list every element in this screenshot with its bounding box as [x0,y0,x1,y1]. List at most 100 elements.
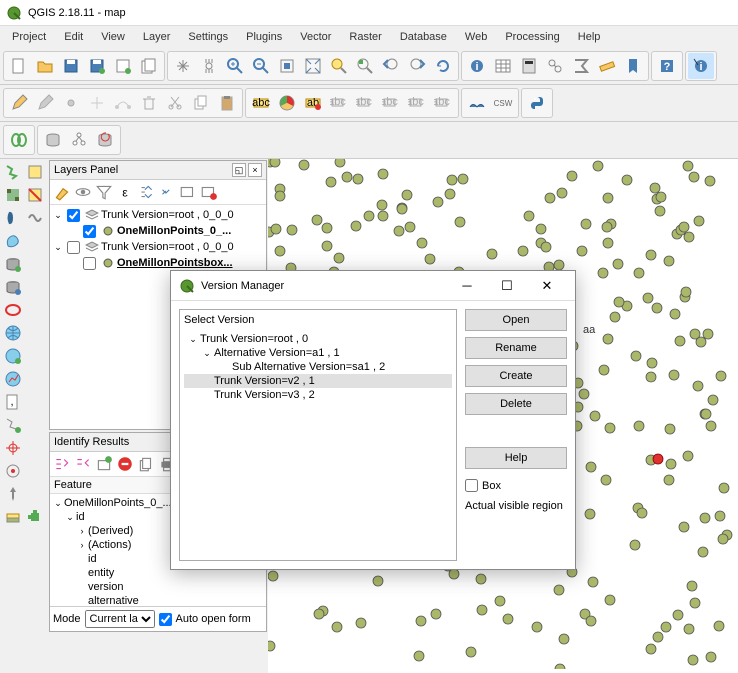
expand-icon[interactable]: ⌄ [52,242,64,253]
menu-edit[interactable]: Edit [56,29,91,45]
version-item[interactable]: Trunk Version=root , 0 [200,333,308,345]
menu-vector[interactable]: Vector [292,29,339,45]
statistics-button[interactable] [568,53,594,79]
plugin-button[interactable] [24,506,46,528]
composer-manager-button[interactable] [136,53,162,79]
dialog-titlebar[interactable]: Version Manager ─ ☐ ✕ [171,271,575,301]
close-button[interactable]: ✕ [527,272,567,300]
new-project-button[interactable] [6,53,32,79]
version-item[interactable]: Alternative Version=a1 , 1 [214,347,340,359]
open-project-button[interactable] [32,53,58,79]
identify-button[interactable]: i [464,53,490,79]
layer-checkbox[interactable] [83,225,96,238]
layer-group-checkbox[interactable] [67,241,80,254]
node-tool-button[interactable] [110,90,136,116]
open-attribute-table-button[interactable] [490,53,516,79]
help-button[interactable]: Help [465,447,567,469]
label-highlight-button[interactable]: ab [300,90,326,116]
save-as-button[interactable] [84,53,110,79]
pin-button[interactable] [2,483,24,505]
identify-tool-button[interactable]: i [688,53,714,79]
add-raster-button[interactable] [2,184,24,206]
remove-layer-button[interactable] [199,182,219,202]
db-manager-button[interactable] [40,127,66,153]
panel-float-button[interactable]: ◱ [232,163,246,177]
add-db2-button[interactable] [2,276,24,298]
select-button[interactable] [24,161,46,183]
show-hide-labels-button[interactable]: abc [352,90,378,116]
csw-button[interactable]: CSW [490,90,516,116]
expand-tree-button[interactable] [52,454,72,474]
version-item[interactable]: Trunk Version=v3 , 2 [214,389,315,401]
zoom-selection-button[interactable] [326,53,352,79]
add-spatialite-button[interactable] [2,230,24,252]
add-feature-button[interactable] [58,90,84,116]
filter-layers-button[interactable] [94,182,114,202]
menu-web[interactable]: Web [457,29,495,45]
copy-results-button[interactable] [136,454,156,474]
add-vector-button[interactable] [2,161,24,183]
minimize-button[interactable]: ─ [447,272,487,300]
panel-close-button[interactable]: × [248,163,262,177]
toolbox-button[interactable] [542,53,568,79]
graph-button[interactable] [66,127,92,153]
layer-group-checkbox[interactable] [67,209,80,222]
zoom-in-button[interactable] [222,53,248,79]
mode-select[interactable]: Current la [85,610,155,628]
menu-raster[interactable]: Raster [341,29,389,45]
maximize-button[interactable]: ☐ [487,272,527,300]
collapse-all-button[interactable] [157,182,177,202]
add-csv-button[interactable]: , [2,391,24,413]
change-label-button[interactable]: abc [430,90,456,116]
measure-button[interactable] [594,53,620,79]
rename-button[interactable]: Rename [465,337,567,359]
virtual-layer-button[interactable] [2,506,24,528]
python-console-button[interactable] [524,90,550,116]
clear-results-button[interactable] [115,454,135,474]
move-feature-button[interactable] [84,90,110,116]
gps-button[interactable] [2,460,24,482]
menu-settings[interactable]: Settings [180,29,236,45]
save-button[interactable] [58,53,84,79]
add-group-button[interactable] [178,182,198,202]
menu-help[interactable]: Help [570,29,609,45]
pin-labels-button[interactable]: abc [326,90,352,116]
version-item[interactable]: Sub Alternative Version=sa1 , 2 [232,361,385,373]
add-wcs-button[interactable] [2,345,24,367]
bookmarks-button[interactable] [620,53,646,79]
box-checkbox[interactable] [465,479,478,492]
toggle-editing-button[interactable] [6,90,32,116]
add-mssql-button[interactable] [2,253,24,275]
georef-button[interactable] [92,127,118,153]
move-label-button[interactable]: abc [378,90,404,116]
paste-button[interactable] [214,90,240,116]
add-oracle-button[interactable] [2,299,24,321]
open-button[interactable]: Open [465,309,567,331]
metasearch-button[interactable] [464,90,490,116]
layer-checkbox[interactable] [83,257,96,270]
label-button[interactable]: abc [248,90,274,116]
filter-visibility-button[interactable] [73,182,93,202]
add-wfs-button[interactable] [2,368,24,390]
zoom-native-button[interactable] [274,53,300,79]
auto-open-checkbox[interactable] [159,613,172,626]
menu-project[interactable]: Project [4,29,54,45]
cut-button[interactable] [162,90,188,116]
delete-button[interactable]: Delete [465,393,567,415]
save-edits-button[interactable] [32,90,58,116]
expand-all-button[interactable] [136,182,156,202]
zoom-full-button[interactable] [300,53,326,79]
add-postgis-button[interactable] [2,207,24,229]
pan-to-selection-button[interactable] [196,53,222,79]
menu-view[interactable]: View [93,29,133,45]
rotate-label-button[interactable]: abc [404,90,430,116]
help-button[interactable]: ? [654,53,680,79]
menu-plugins[interactable]: Plugins [238,29,290,45]
version-tree[interactable]: ⌄Trunk Version=root , 0 ⌄Alternative Ver… [184,332,452,556]
delete-button[interactable] [136,90,162,116]
version-item-selected[interactable]: Trunk Version=v2 , 1 [214,375,315,387]
field-calculator-button[interactable] [516,53,542,79]
version-tool-button[interactable] [6,127,32,153]
style-button[interactable] [52,182,72,202]
create-button[interactable]: Create [465,365,567,387]
